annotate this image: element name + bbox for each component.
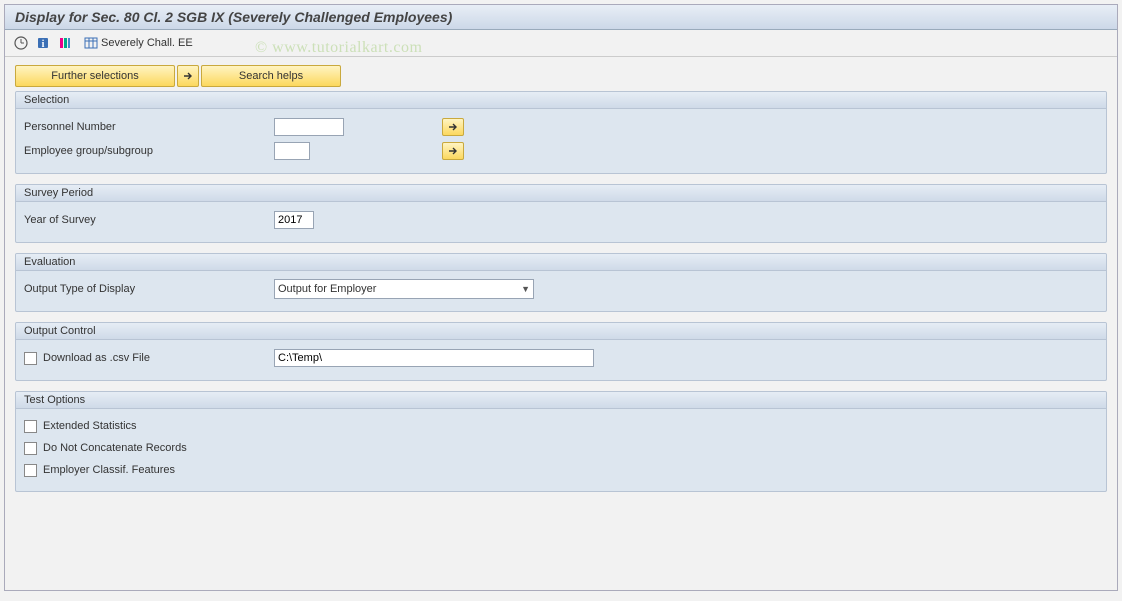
output-control-group: Output Control Download as .csv File <box>15 322 1107 381</box>
app-toolbar: i Severely Chall. EE <box>5 30 1117 57</box>
extended-stats-label[interactable]: Extended Statistics <box>43 420 137 432</box>
severely-chall-label: Severely Chall. EE <box>101 37 193 49</box>
columns-icon[interactable] <box>55 33 75 53</box>
download-path-input[interactable] <box>274 349 594 367</box>
employer-classif-row: Employer Classif. Features <box>24 459 1098 481</box>
test-options-body: Extended Statistics Do Not Concatenate R… <box>16 409 1106 491</box>
download-csv-row: Download as .csv File <box>24 346 1098 370</box>
arrow-right-icon[interactable] <box>177 65 199 87</box>
further-selections-button[interactable]: Further selections <box>15 65 175 87</box>
chevron-down-icon: ▼ <box>521 284 530 294</box>
personnel-number-multi-icon[interactable] <box>442 118 464 136</box>
search-helps-button[interactable]: Search helps <box>201 65 341 87</box>
download-csv-label-wrap: Download as .csv File <box>24 352 274 365</box>
personnel-number-input[interactable] <box>274 118 344 136</box>
selection-group: Selection Personnel Number Employee grou… <box>15 91 1107 174</box>
employee-group-input[interactable] <box>274 142 310 160</box>
evaluation-group: Evaluation Output Type of Display Output… <box>15 253 1107 312</box>
evaluation-body: Output Type of Display Output for Employ… <box>16 271 1106 311</box>
personnel-number-label: Personnel Number <box>24 121 274 133</box>
year-of-survey-label: Year of Survey <box>24 214 274 226</box>
employer-classif-label[interactable]: Employer Classif. Features <box>43 464 175 476</box>
personnel-number-row: Personnel Number <box>24 115 1098 139</box>
survey-period-body: Year of Survey <box>16 202 1106 242</box>
evaluation-title: Evaluation <box>16 254 1106 271</box>
year-of-survey-input[interactable] <box>274 211 314 229</box>
svg-text:i: i <box>42 39 45 50</box>
year-of-survey-row: Year of Survey <box>24 208 1098 232</box>
output-type-dropdown[interactable]: Output for Employer ▼ <box>274 279 534 299</box>
action-buttons-row: Further selections Search helps <box>15 65 1107 87</box>
no-concat-row: Do Not Concatenate Records <box>24 437 1098 459</box>
execute-icon[interactable] <box>11 33 31 53</box>
download-csv-label[interactable]: Download as .csv File <box>43 352 150 364</box>
survey-period-title: Survey Period <box>16 185 1106 202</box>
employee-group-row: Employee group/subgroup <box>24 139 1098 163</box>
survey-period-group: Survey Period Year of Survey <box>15 184 1107 243</box>
employer-classif-checkbox[interactable] <box>24 464 37 477</box>
no-concat-label[interactable]: Do Not Concatenate Records <box>43 442 187 454</box>
employee-group-label: Employee group/subgroup <box>24 145 274 157</box>
output-type-row: Output Type of Display Output for Employ… <box>24 277 1098 301</box>
info-icon[interactable]: i <box>33 33 53 53</box>
output-control-body: Download as .csv File <box>16 340 1106 380</box>
severely-chall-button[interactable]: Severely Chall. EE <box>77 33 200 53</box>
content-area: Further selections Search helps Selectio… <box>5 57 1117 510</box>
test-options-group: Test Options Extended Statistics Do Not … <box>15 391 1107 492</box>
output-type-label: Output Type of Display <box>24 283 274 295</box>
extended-stats-row: Extended Statistics <box>24 415 1098 437</box>
output-type-value: Output for Employer <box>278 283 376 295</box>
selection-body: Personnel Number Employee group/subgroup <box>16 109 1106 173</box>
extended-stats-checkbox[interactable] <box>24 420 37 433</box>
selection-title: Selection <box>16 92 1106 109</box>
no-concat-checkbox[interactable] <box>24 442 37 455</box>
page-title: Display for Sec. 80 Cl. 2 SGB IX (Severe… <box>5 5 1117 30</box>
output-control-title: Output Control <box>16 323 1106 340</box>
employee-group-multi-icon[interactable] <box>442 142 464 160</box>
test-options-title: Test Options <box>16 392 1106 409</box>
download-csv-checkbox[interactable] <box>24 352 37 365</box>
